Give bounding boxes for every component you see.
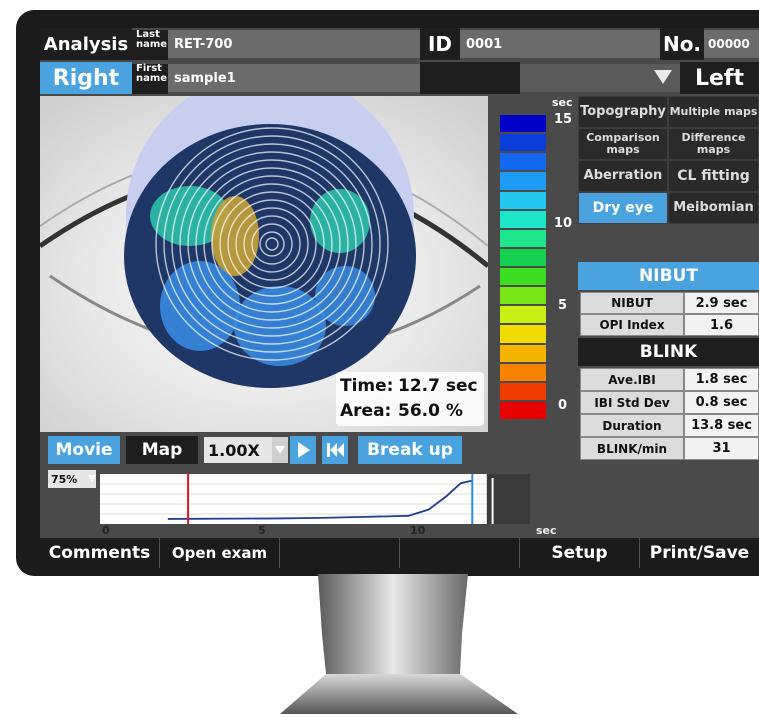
right-panel: Topography Multiple maps Comparison maps… — [578, 96, 759, 538]
dry-eye-button[interactable]: Dry eye — [578, 192, 668, 224]
setup-button[interactable]: Setup — [520, 538, 640, 568]
timeline-plot-area — [100, 474, 530, 524]
right-eye-button[interactable]: Right — [40, 62, 132, 94]
timeline-curve — [167, 479, 473, 520]
timeline-tick-10: 10 — [410, 524, 426, 537]
color-scale-bar — [500, 248, 546, 266]
ave-ibi-row-label: Ave.IBI — [580, 368, 684, 391]
last-name-field[interactable]: RET-700 — [168, 30, 420, 58]
nibut-row-label: NIBUT — [580, 292, 684, 314]
meibomian-button[interactable]: Meibomian — [668, 192, 759, 224]
color-scale-bar — [500, 191, 546, 209]
color-scale-bar — [500, 172, 546, 190]
speed-select[interactable]: 1.00X — [204, 437, 272, 463]
color-scale-tick-0: 0 — [558, 398, 568, 413]
color-scale-bar — [500, 229, 546, 247]
no-label: No. — [660, 28, 704, 60]
map-button[interactable]: Map — [126, 436, 198, 464]
rewind-to-start-icon[interactable] — [322, 436, 348, 464]
empty-button-1[interactable] — [280, 538, 400, 568]
timeline-tick-0: 0 — [102, 524, 110, 537]
color-scale-bar — [500, 115, 546, 133]
duration-row-label: Duration — [580, 414, 684, 437]
timeline-plot — [100, 474, 530, 524]
nibut-row-value: 2.9 sec — [684, 292, 759, 314]
chevron-down-icon — [654, 70, 672, 84]
color-scale-bar — [500, 325, 546, 343]
color-scale-tick-5: 5 — [558, 298, 568, 313]
difference-maps-button[interactable]: Difference maps — [668, 128, 759, 160]
speed-value: 1.00X — [208, 440, 260, 460]
monitor-stand — [280, 574, 518, 714]
opi-index-row-value: 1.6 — [684, 314, 759, 336]
movie-button[interactable]: Movie — [48, 436, 120, 464]
no-field[interactable]: 00000 — [704, 30, 759, 58]
cl-fitting-button[interactable]: CL fitting — [668, 160, 759, 192]
open-exam-button[interactable]: Open exam — [160, 538, 280, 568]
ave-ibi-row-value: 1.8 sec — [684, 368, 759, 391]
color-scale-unit: sec — [552, 96, 573, 109]
analysis-label: Analysis — [40, 28, 132, 60]
id-label: ID — [420, 28, 460, 60]
duration-row-value: 13.8 sec — [684, 414, 759, 437]
color-scale-bar — [500, 134, 546, 152]
ibi-std-dev-row-label: IBI Std Dev — [580, 391, 684, 414]
app-screen: Analysis Last name RET-700 ID 0001 No. 0… — [40, 28, 759, 568]
first-name-field[interactable]: sample1 — [168, 64, 420, 92]
timeline-tick-5: 5 — [258, 524, 266, 537]
last-name-label: Last name — [132, 30, 168, 60]
print-save-button[interactable]: Print/Save — [640, 538, 759, 568]
percent-value: 75% — [51, 472, 78, 486]
color-scale-bar — [500, 306, 546, 324]
color-scale: sec 15 10 5 0 — [488, 96, 578, 432]
color-scale-tick-15: 15 — [554, 112, 573, 127]
empty-button-2[interactable] — [400, 538, 520, 568]
first-name-label: First name — [132, 64, 168, 94]
area-label: Area: — [340, 401, 392, 421]
color-scale-bar — [500, 153, 546, 171]
color-scale-bar — [500, 344, 546, 362]
percent-dropdown-icon[interactable] — [87, 472, 97, 486]
eye-image: Time: 12.7 sec Area: 56.0 % — [40, 96, 488, 432]
ibi-std-dev-row-value: 0.8 sec — [684, 391, 759, 414]
play-icon[interactable] — [290, 436, 316, 464]
id-field[interactable]: 0001 — [460, 30, 660, 58]
color-scale-bar — [500, 382, 546, 400]
area-value: 56.0 % — [398, 401, 463, 421]
time-label: Time: — [340, 376, 394, 396]
speed-dropdown-icon[interactable] — [272, 437, 288, 463]
nibut-header: NIBUT — [578, 262, 759, 290]
exam-select[interactable] — [520, 64, 680, 92]
header-spacer — [420, 62, 520, 94]
aberration-button[interactable]: Aberration — [578, 160, 668, 192]
comparison-maps-button[interactable]: Comparison maps — [578, 128, 668, 160]
topography-button[interactable]: Topography — [578, 96, 668, 128]
comments-button[interactable]: Comments — [40, 538, 160, 568]
blink-header: BLINK — [578, 338, 759, 366]
color-scale-bars — [500, 114, 546, 420]
left-eye-button[interactable]: Left — [680, 62, 759, 94]
color-scale-bar — [500, 287, 546, 305]
color-scale-tick-10: 10 — [554, 216, 573, 231]
timeline-unit: sec — [536, 524, 557, 537]
color-scale-bar — [500, 363, 546, 381]
blink-per-min-row-label: BLINK/min — [580, 437, 684, 460]
color-scale-bar — [500, 401, 546, 419]
opi-index-row-label: OPI Index — [580, 314, 684, 336]
break-up-button[interactable]: Break up — [358, 436, 462, 464]
color-scale-bar — [500, 210, 546, 228]
time-value: 12.7 sec — [398, 376, 478, 396]
color-scale-bar — [500, 268, 546, 286]
blink-per-min-row-value: 31 — [684, 437, 759, 460]
multiple-maps-button[interactable]: Multiple maps — [668, 96, 759, 128]
